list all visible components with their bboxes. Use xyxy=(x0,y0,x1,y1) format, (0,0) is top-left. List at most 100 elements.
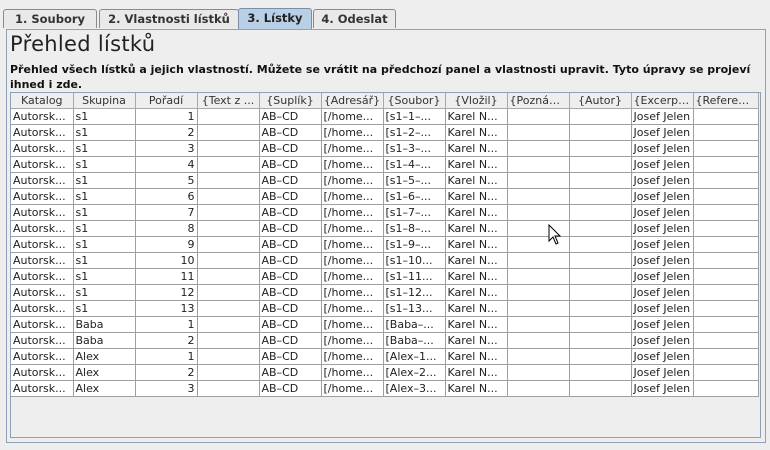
table-cell[interactable]: [/home... xyxy=(321,108,384,125)
table-cell[interactable]: 7 xyxy=(135,204,198,221)
table-cell[interactable] xyxy=(569,172,632,189)
table-cell[interactable] xyxy=(197,268,260,285)
table-cell[interactable]: AB–CD xyxy=(259,220,322,237)
table-cell[interactable]: AB–CD xyxy=(259,364,322,381)
table-cell[interactable]: [/home... xyxy=(321,300,384,317)
table-cell[interactable]: Josef Jelen xyxy=(631,300,694,317)
table-cell[interactable] xyxy=(507,380,570,397)
table-cell[interactable] xyxy=(569,348,632,365)
table-cell[interactable] xyxy=(693,172,759,189)
table-cell[interactable]: Autorsk... xyxy=(11,348,74,365)
table-cell[interactable]: 8 xyxy=(135,220,198,237)
table-cell[interactable]: [s1–11... xyxy=(383,268,446,285)
column-header[interactable]: {Vložil} xyxy=(445,93,508,109)
table-cell[interactable] xyxy=(197,108,260,125)
table-cell[interactable]: 10 xyxy=(135,252,198,269)
table-cell[interactable]: Josef Jelen xyxy=(631,284,694,301)
table-cell[interactable]: Karel N... xyxy=(445,284,508,301)
column-header[interactable]: {Text z ... xyxy=(197,93,260,109)
table-cell[interactable]: Autorsk... xyxy=(11,156,74,173)
table-cell[interactable] xyxy=(693,220,759,237)
table-cell[interactable]: Karel N... xyxy=(445,204,508,221)
table-cell[interactable]: Karel N... xyxy=(445,172,508,189)
column-header[interactable]: {Poznám... xyxy=(507,93,570,109)
table-cell[interactable] xyxy=(693,236,759,253)
table-row[interactable]: Autorsk... Baba 2 AB–CD [/home... [Baba–... Ka… xyxy=(11,332,759,349)
table-cell[interactable] xyxy=(507,172,570,189)
table-cell[interactable]: s1 xyxy=(73,204,136,221)
table-cell[interactable]: [s1–9–... xyxy=(383,236,446,253)
table-cell[interactable] xyxy=(197,332,260,349)
table-cell[interactable] xyxy=(507,156,570,173)
table-cell[interactable]: Autorsk... xyxy=(11,108,74,125)
table-cell[interactable]: AB–CD xyxy=(259,380,322,397)
table-cell[interactable]: Karel N... xyxy=(445,220,508,237)
table-cell[interactable]: [Alex–2... xyxy=(383,364,446,381)
table-cell[interactable]: Autorsk... xyxy=(11,364,74,381)
table-cell[interactable]: Alex xyxy=(73,364,136,381)
table-cell[interactable] xyxy=(197,364,260,381)
table-cell[interactable] xyxy=(569,188,632,205)
table-cell[interactable]: Autorsk... xyxy=(11,204,74,221)
table-cell[interactable] xyxy=(693,364,759,381)
table-cell[interactable]: s1 xyxy=(73,188,136,205)
table-cell[interactable]: Karel N... xyxy=(445,348,508,365)
table-cell[interactable]: [s1–3–... xyxy=(383,140,446,157)
table-cell[interactable]: s1 xyxy=(73,236,136,253)
column-header[interactable]: Katalog xyxy=(11,93,74,109)
table-cell[interactable]: Baba xyxy=(73,316,136,333)
column-header[interactable]: {Referen... xyxy=(693,93,759,109)
table-cell[interactable]: Alex xyxy=(73,348,136,365)
table-cell[interactable]: Josef Jelen xyxy=(631,236,694,253)
tab-listky[interactable]: 3. Lístky xyxy=(238,8,312,29)
table-cell[interactable] xyxy=(569,140,632,157)
table-cell[interactable]: Josef Jelen xyxy=(631,316,694,333)
table-cell[interactable] xyxy=(693,156,759,173)
table-row[interactable]: Autorsk... Alex 1 AB–CD [/home... [Alex–1... K… xyxy=(11,348,759,365)
table-cell[interactable]: Autorsk... xyxy=(11,220,74,237)
column-header[interactable]: {Soubor} xyxy=(383,93,446,109)
table-cell[interactable]: [s1–7–... xyxy=(383,204,446,221)
table-cell[interactable]: Autorsk... xyxy=(11,252,74,269)
column-header[interactable]: {Suplík} xyxy=(259,93,322,109)
table-cell[interactable]: 12 xyxy=(135,284,198,301)
table-cell[interactable] xyxy=(197,380,260,397)
table-cell[interactable]: [/home... xyxy=(321,252,384,269)
table-cell[interactable]: Autorsk... xyxy=(11,172,74,189)
table-cell[interactable] xyxy=(507,316,570,333)
table-cell[interactable]: [s1–13... xyxy=(383,300,446,317)
table-cell[interactable] xyxy=(197,236,260,253)
table-cell[interactable]: [/home... xyxy=(321,140,384,157)
table-cell[interactable]: [Baba–... xyxy=(383,316,446,333)
table-row[interactable]: Autorsk... s1 2 AB–CD [/home... [s1–2–... Kare… xyxy=(11,124,759,141)
table-cell[interactable] xyxy=(693,316,759,333)
table-cell[interactable]: Karel N... xyxy=(445,140,508,157)
table-row[interactable]: Autorsk... s1 5 AB–CD [/home... [s1–5–... Kare… xyxy=(11,172,759,189)
table-cell[interactable]: AB–CD xyxy=(259,124,322,141)
column-header[interactable]: Skupina xyxy=(73,93,136,109)
table-cell[interactable] xyxy=(693,108,759,125)
table-cell[interactable] xyxy=(693,204,759,221)
table-cell[interactable] xyxy=(197,252,260,269)
table-cell[interactable] xyxy=(507,204,570,221)
table-cell[interactable]: 3 xyxy=(135,380,198,397)
table-cell[interactable]: [/home... xyxy=(321,124,384,141)
table-cell[interactable] xyxy=(693,188,759,205)
table-cell[interactable]: 1 xyxy=(135,108,198,125)
table-cell[interactable]: [/home... xyxy=(321,380,384,397)
table-cell[interactable] xyxy=(197,300,260,317)
table-cell[interactable]: Karel N... xyxy=(445,108,508,125)
table-cell[interactable] xyxy=(693,300,759,317)
table-cell[interactable] xyxy=(693,380,759,397)
table-cell[interactable]: Alex xyxy=(73,380,136,397)
table-cell[interactable]: Karel N... xyxy=(445,300,508,317)
table-cell[interactable]: AB–CD xyxy=(259,156,322,173)
table-cell[interactable] xyxy=(569,156,632,173)
table-cell[interactable]: AB–CD xyxy=(259,204,322,221)
table-cell[interactable]: [/home... xyxy=(321,316,384,333)
table-cell[interactable]: 1 xyxy=(135,348,198,365)
table-cell[interactable] xyxy=(197,188,260,205)
table-cell[interactable]: Autorsk... xyxy=(11,268,74,285)
table-row[interactable]: Autorsk... s1 1 AB–CD [/home... [s1–1–... Kare… xyxy=(11,108,759,125)
table-cell[interactable]: s1 xyxy=(73,108,136,125)
